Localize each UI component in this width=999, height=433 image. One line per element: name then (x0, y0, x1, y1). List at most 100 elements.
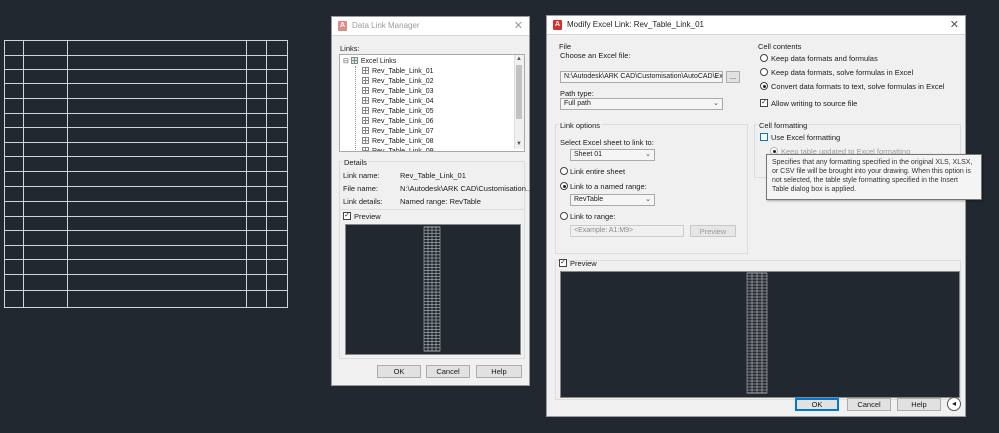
excel-file-value: N:\Autodesk\ARK CAD\Customisation\AutoCA… (564, 73, 723, 80)
link-named-range-radio[interactable] (560, 182, 568, 190)
tree-item-label: Rev_Table_Link_09 (372, 148, 434, 152)
close-icon[interactable]: ✕ (950, 18, 959, 31)
chevron-down-icon: ⌄ (713, 73, 719, 80)
links-tree[interactable]: ⊟ Excel Links Rev_Table_Link_01 Rev_Table_… (339, 54, 525, 152)
table-row-line (5, 55, 287, 56)
table-preview (560, 271, 960, 398)
path-type-label: Path type: (560, 89, 594, 98)
tree-item-link[interactable]: Rev_Table_Link_05 (362, 107, 434, 115)
autocad-icon: A (338, 21, 347, 31)
cell-formatting-label: Cell formatting (758, 121, 809, 130)
link-entire-sheet-radio[interactable] (560, 167, 568, 175)
table-icon (362, 77, 369, 84)
scroll-up-icon[interactable]: ▲ (516, 56, 522, 62)
table-row-line (5, 171, 287, 172)
ok-button[interactable]: OK (377, 365, 421, 378)
convert-formats-radio[interactable] (760, 82, 768, 90)
ok-button[interactable]: OK (795, 398, 839, 411)
help-button[interactable]: Help (476, 365, 522, 378)
close-icon[interactable]: ✕ (514, 19, 523, 32)
chevron-down-icon: ⌄ (645, 151, 651, 158)
help-button[interactable]: Help (897, 398, 941, 411)
convert-formats-label: Convert data formats to text, solve form… (771, 82, 945, 91)
drawing-table (4, 40, 288, 308)
tree-item-link[interactable]: Rev_Table_Link_07 (362, 127, 434, 135)
table-row-line (5, 290, 287, 291)
table-row-line (5, 98, 287, 99)
table-row-line (5, 156, 287, 157)
tree-root-excel-links[interactable]: ⊟ Excel Links (343, 57, 396, 65)
select-sheet-label: Select Excel sheet to link to: (560, 138, 654, 147)
dialog-title: Data Link Manager (352, 21, 420, 30)
data-link-manager-dialog: A Data Link Manager ✕ Links: ⊟ Excel Link… (331, 16, 532, 386)
choose-file-label: Choose an Excel file: (560, 51, 631, 60)
details-group: Details Link name: Rev_Table_Link_01 Fil… (339, 158, 532, 211)
cancel-button[interactable]: Cancel (426, 365, 470, 378)
link-name-label: Link name: (343, 171, 380, 180)
preview-checkbox[interactable]: ✓ (343, 212, 351, 220)
named-range-select[interactable]: RevTable ⌄ (570, 194, 655, 206)
link-named-range-label: Link to a named range: (570, 182, 647, 191)
details-label: Details (343, 158, 368, 167)
preview-label: Preview (570, 259, 597, 268)
table-col-line (246, 41, 247, 307)
link-options-group: Link options Select Excel sheet to link … (555, 121, 748, 254)
use-excel-formatting-checkbox[interactable] (760, 133, 768, 141)
cell-contents-group: Cell contents Keep data formats and form… (754, 42, 961, 118)
preview-group: ✓ Preview (339, 209, 525, 359)
links-label: Links: (340, 44, 360, 53)
cell-contents-label: Cell contents (758, 42, 802, 51)
table-preview (345, 224, 521, 355)
tree-item-label: Rev_Table_Link_01 (372, 68, 434, 75)
tree-item-link[interactable]: Rev_Table_Link_09 (362, 147, 434, 152)
collapse-icon[interactable]: ⊟ (343, 58, 349, 65)
preview-checkbox[interactable]: ✓ (559, 259, 567, 267)
tree-item-link[interactable]: Rev_Table_Link_01 (362, 67, 434, 75)
file-group-label: File (559, 42, 572, 51)
tree-item-link[interactable]: Rev_Table_Link_06 (362, 117, 434, 125)
excel-links-icon (350, 57, 358, 64)
scroll-thumb[interactable] (516, 65, 522, 119)
table-icon (362, 117, 369, 124)
tree-scrollbar[interactable]: ▲ ▼ (514, 55, 524, 149)
collapse-expand-icon[interactable]: ◂ (947, 397, 961, 411)
sheet-select[interactable]: Sheet 01 ⌄ (570, 149, 655, 161)
preview-label: Preview (354, 212, 381, 221)
tree-item-link[interactable]: Rev_Table_Link_04 (362, 97, 434, 105)
tree-item-link[interactable]: Rev_Table_Link_03 (362, 87, 434, 95)
table-row-line (5, 274, 287, 275)
autocad-icon: A (553, 20, 562, 30)
preview-table-graphic (746, 272, 768, 394)
path-type-select[interactable]: Full path ⌄ (560, 98, 723, 110)
table-row-line (5, 127, 287, 128)
sheet-value: Sheet 01 (574, 151, 603, 158)
table-icon (362, 127, 369, 134)
tree-item-label: Rev_Table_Link_03 (372, 88, 434, 95)
tree-root-label: Excel Links (360, 58, 397, 65)
table-row-line (5, 259, 287, 260)
title-bar: A Data Link Manager ✕ (332, 17, 529, 36)
range-input[interactable]: <Example: A1:M9> (570, 225, 684, 237)
browse-button[interactable]: ... (726, 71, 740, 83)
cancel-button[interactable]: Cancel (847, 398, 891, 411)
tree-item-link[interactable]: Rev_Table_Link_02 (362, 77, 434, 85)
table-row-line (5, 142, 287, 143)
table-col-line (23, 41, 24, 307)
scroll-down-icon[interactable]: ▼ (516, 141, 522, 147)
table-row-line (5, 201, 287, 202)
excel-file-select[interactable]: N:\Autodesk\ARK CAD\Customisation\AutoCA… (560, 71, 723, 83)
title-bar: A Modify Excel Link: Rev_Table_Link_01 ✕ (547, 16, 965, 35)
tree-item-link[interactable]: Rev_Table_Link_08 (362, 137, 434, 145)
keep-formats-formulas-radio[interactable] (760, 54, 768, 62)
allow-writing-checkbox[interactable]: ✓ (760, 99, 768, 107)
link-details-label: Link details: (343, 197, 383, 206)
link-to-range-radio[interactable] (560, 212, 568, 220)
use-excel-formatting-label: Use Excel formatting (771, 133, 841, 142)
file-name-value: N:\Autodesk\ARK CAD\Customisation... (400, 184, 533, 193)
keep-formats-solve-radio[interactable] (760, 68, 768, 76)
range-preview-button[interactable]: Preview (690, 225, 736, 237)
table-col-line (266, 41, 267, 307)
named-range-value: RevTable (574, 196, 604, 203)
tree-item-label: Rev_Table_Link_07 (372, 128, 434, 135)
tree-item-label: Rev_Table_Link_04 (372, 98, 434, 105)
